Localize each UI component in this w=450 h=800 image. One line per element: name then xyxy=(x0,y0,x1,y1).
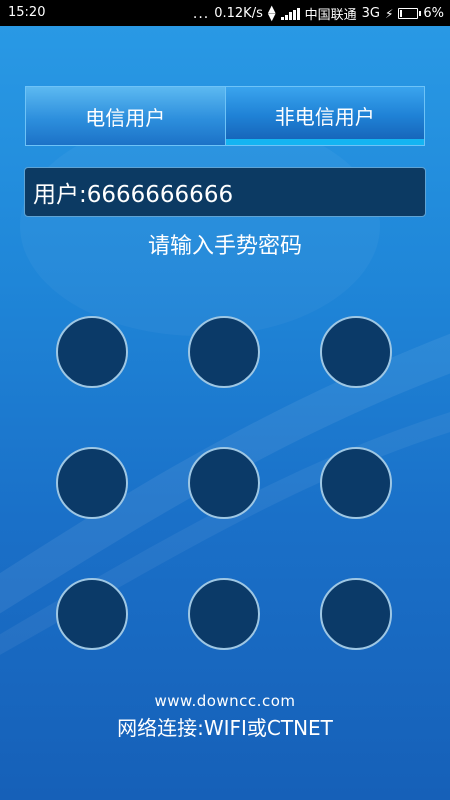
gesture-pattern-grid[interactable] xyxy=(0,0,450,800)
pattern-node-5[interactable] xyxy=(188,447,260,519)
pattern-node-6[interactable] xyxy=(320,447,392,519)
network-connection-text: 网络连接:WIFI或CTNET xyxy=(117,716,333,740)
pattern-node-7[interactable] xyxy=(56,578,128,650)
site-watermark: www.downcc.com xyxy=(154,692,296,710)
pattern-node-2[interactable] xyxy=(188,316,260,388)
pattern-node-8[interactable] xyxy=(188,578,260,650)
pattern-node-3[interactable] xyxy=(320,316,392,388)
pattern-node-1[interactable] xyxy=(56,316,128,388)
pattern-node-4[interactable] xyxy=(56,447,128,519)
pattern-node-9[interactable] xyxy=(320,578,392,650)
